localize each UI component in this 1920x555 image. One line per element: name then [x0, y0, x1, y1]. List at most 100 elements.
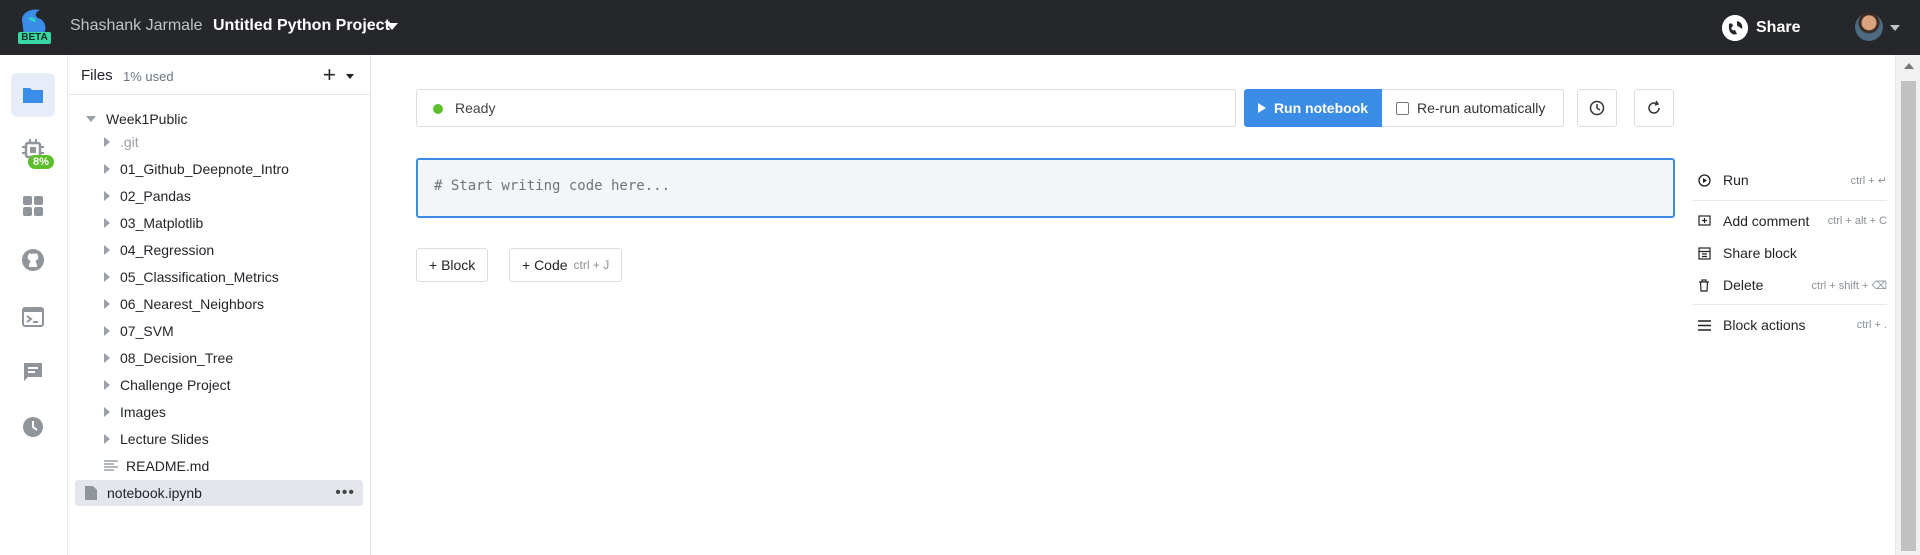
project-title[interactable]: Untitled Python Project [213, 17, 390, 35]
tree-folder[interactable]: 05_Classification_Metrics [104, 264, 392, 290]
tree-item-label: 07_SVM [120, 323, 174, 339]
chevron-down-icon[interactable] [346, 74, 354, 79]
tree-item-label: Week1Public [106, 111, 188, 127]
scroll-thumb[interactable] [1901, 81, 1916, 551]
tree-folder[interactable]: Lecture Slides [104, 426, 392, 452]
clock-icon [23, 417, 43, 437]
tree-folder[interactable]: 03_Matplotlib [104, 210, 392, 236]
add-code-label: + Code [522, 257, 568, 273]
plus-icon[interactable]: + [323, 62, 336, 88]
chevron-down-icon[interactable] [1890, 25, 1900, 31]
tree-folder[interactable]: 06_Nearest_Neighbors [104, 291, 392, 317]
rerun-checkbox[interactable] [1396, 101, 1409, 115]
tree-item-label: 06_Nearest_Neighbors [120, 296, 264, 312]
caret-right-icon [104, 218, 110, 228]
files-title: Files [81, 67, 113, 84]
action-label: Block actions [1723, 317, 1806, 333]
tree-item-label: Images [120, 404, 166, 420]
tree-folder[interactable]: 08_Decision_Tree [104, 345, 392, 371]
comment-icon [24, 363, 42, 381]
status-dot-icon [433, 104, 443, 114]
rail-history-button[interactable] [11, 405, 55, 449]
tree-item-label: 03_Matplotlib [120, 215, 204, 231]
tree-item-label: 01_Github_Deepnote_Intro [120, 161, 289, 177]
tree-item-label: 08_Decision_Tree [120, 350, 234, 366]
comment-add-icon [1697, 214, 1711, 226]
restart-button[interactable] [1634, 89, 1674, 127]
rerun-label: Re-run automatically [1417, 100, 1546, 116]
rail-github-button[interactable] [11, 238, 55, 282]
tree-item-label: 05_Classification_Metrics [120, 269, 279, 285]
notebook-main: Ready Run notebook Re-run automatically … [372, 55, 1895, 555]
caret-right-icon [104, 191, 110, 201]
rail-files-button[interactable] [11, 73, 55, 117]
action-shortcut: ctrl + shift + ⌫ [1811, 279, 1887, 292]
share-label: Share [1756, 19, 1801, 36]
tree-file-selected[interactable]: notebook.ipynb ••• [75, 480, 363, 506]
tree-folder[interactable]: 04_Regression [104, 237, 392, 263]
action-label: Run [1723, 172, 1749, 188]
caret-right-icon [104, 380, 110, 390]
run-block-action[interactable]: Run ctrl + ↵ [1692, 168, 1887, 192]
avatar[interactable] [1855, 13, 1883, 41]
caret-right-icon [104, 164, 110, 174]
share-button[interactable]: Share [1722, 13, 1800, 43]
code-cell-editor[interactable]: # Start writing code here... [416, 158, 1675, 218]
action-label: Delete [1723, 277, 1764, 293]
terminal-icon [22, 307, 44, 327]
block-actions-action[interactable]: Block actions ctrl + . [1692, 313, 1887, 337]
divider [1692, 200, 1887, 201]
rerun-automatically-toggle[interactable]: Re-run automatically [1382, 89, 1564, 127]
tree-folder[interactable]: Challenge Project [104, 372, 392, 398]
rail-integrations-button[interactable] [11, 184, 55, 228]
grid-icon [23, 196, 43, 216]
action-shortcut: ctrl + . [1856, 319, 1887, 331]
add-code-button[interactable]: + Code ctrl + J [509, 248, 623, 282]
top-bar: BETA Shashank Jarmale Untitled Python Pr… [0, 0, 1920, 55]
more-icon[interactable]: ••• [335, 484, 355, 502]
tree-folder[interactable]: 01_Github_Deepnote_Intro [104, 156, 392, 182]
status-text: Ready [455, 100, 496, 116]
tree-item-label: 04_Regression [120, 242, 215, 258]
text-file-icon [104, 460, 118, 471]
caret-right-icon [104, 299, 110, 309]
tree-item-label: Challenge Project [120, 377, 231, 393]
history-button[interactable] [1577, 89, 1617, 127]
github-icon [22, 249, 44, 271]
files-panel: Files 1% used + Week1Public .git 01_Gith… [68, 55, 371, 555]
tree-folder[interactable]: Images [104, 399, 392, 425]
share-block-action[interactable]: Share block [1692, 241, 1887, 265]
action-label: Share block [1723, 245, 1797, 261]
scroll-up-icon[interactable] [1904, 63, 1914, 69]
page-scrollbar[interactable] [1895, 55, 1920, 555]
caret-right-icon [104, 326, 110, 336]
code-placeholder: # Start writing code here... [434, 178, 671, 194]
add-block-label: + Block [429, 257, 476, 273]
action-shortcut: ctrl + ↵ [1850, 174, 1887, 187]
add-block-button[interactable]: + Block [416, 248, 489, 282]
tree-item-label: 02_Pandas [120, 188, 191, 204]
storage-usage: 1% used [123, 69, 174, 84]
run-notebook-button[interactable]: Run notebook [1244, 89, 1382, 127]
files-header: Files 1% used + [68, 55, 371, 95]
add-comment-action[interactable]: Add comment ctrl + alt + C [1692, 209, 1887, 233]
tree-folder[interactable]: 02_Pandas [104, 183, 392, 209]
notebook-file-icon [85, 486, 97, 500]
globe-icon [1722, 15, 1748, 41]
tree-folder[interactable]: 07_SVM [104, 318, 392, 344]
delete-action[interactable]: Delete ctrl + shift + ⌫ [1692, 273, 1887, 297]
workspace-user-name[interactable]: Shashank Jarmale [70, 17, 203, 35]
caret-right-icon [104, 434, 110, 444]
left-rail: 8% [0, 55, 68, 555]
caret-right-icon [104, 353, 110, 363]
chevron-down-icon[interactable] [386, 23, 398, 30]
kernel-status: Ready [416, 89, 1236, 127]
caret-down-icon [86, 116, 96, 122]
folder-icon [23, 88, 43, 103]
rail-terminal-button[interactable] [11, 295, 55, 339]
tree-file[interactable]: README.md [104, 453, 392, 479]
tree-folder[interactable]: .git [104, 129, 392, 155]
rail-comments-button[interactable] [11, 350, 55, 394]
play-circle-icon [1697, 173, 1711, 187]
machine-usage-badge: 8% [28, 155, 54, 169]
